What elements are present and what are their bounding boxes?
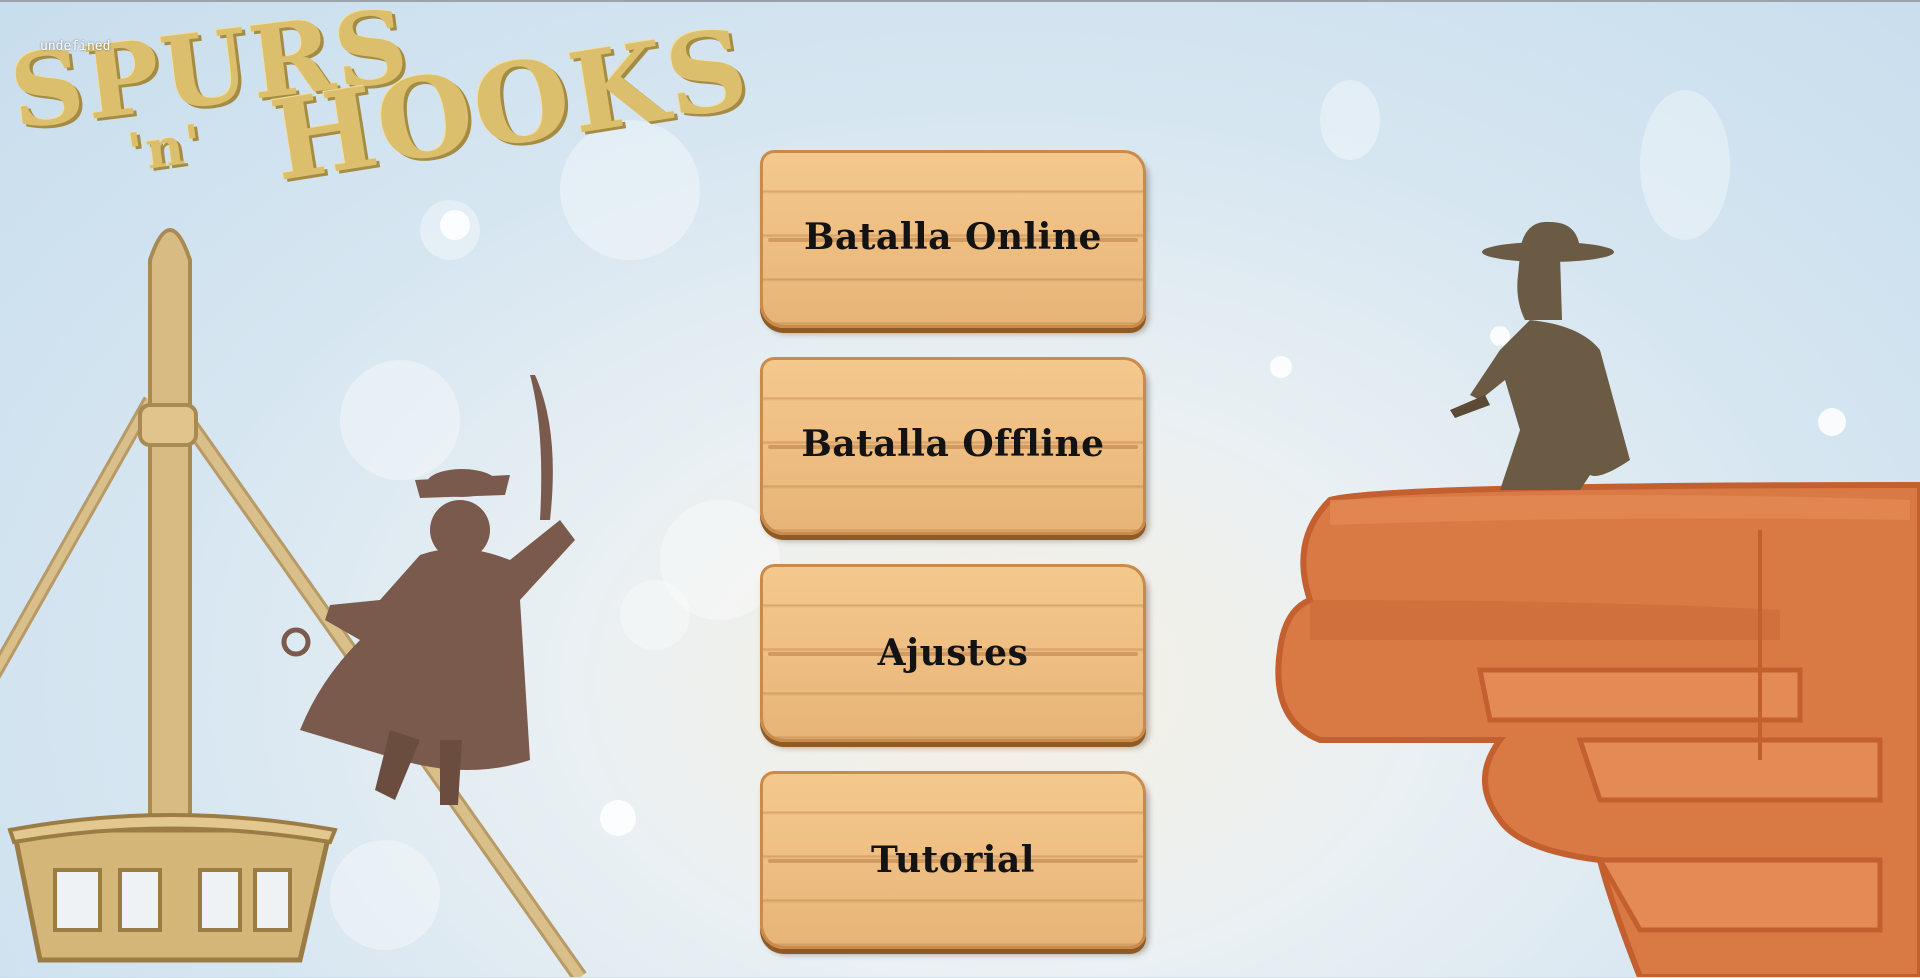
canyon-rock-illustration: [1275, 481, 1920, 977]
debug-text: undefined: [40, 39, 111, 54]
main-menu: Batalla Online Batalla Offline Ajustes T…: [760, 150, 1150, 978]
ajustes-button[interactable]: Ajustes: [760, 564, 1146, 742]
bubble-decoration: [1640, 90, 1730, 240]
batalla-online-button[interactable]: Batalla Online: [760, 150, 1146, 328]
ajustes-label: Ajustes: [877, 632, 1029, 674]
logo-n: 'n': [124, 113, 208, 184]
tutorial-button[interactable]: Tutorial: [760, 771, 1146, 949]
batalla-online-label: Batalla Online: [804, 216, 1102, 258]
bubble-decoration: [1818, 408, 1846, 436]
pirate-silhouette: [281, 375, 575, 805]
bubble-decoration: [1320, 80, 1380, 160]
tutorial-label: Tutorial: [871, 839, 1035, 881]
bubble-decoration: [600, 800, 636, 836]
bubble-decoration: [1270, 356, 1292, 378]
game-logo: SPURS 'n' HOOKS: [0, 0, 757, 210]
batalla-offline-label: Batalla Offline: [801, 423, 1105, 465]
batalla-offline-button[interactable]: Batalla Offline: [760, 357, 1146, 535]
cowboy-silhouette: [1450, 221, 1630, 490]
